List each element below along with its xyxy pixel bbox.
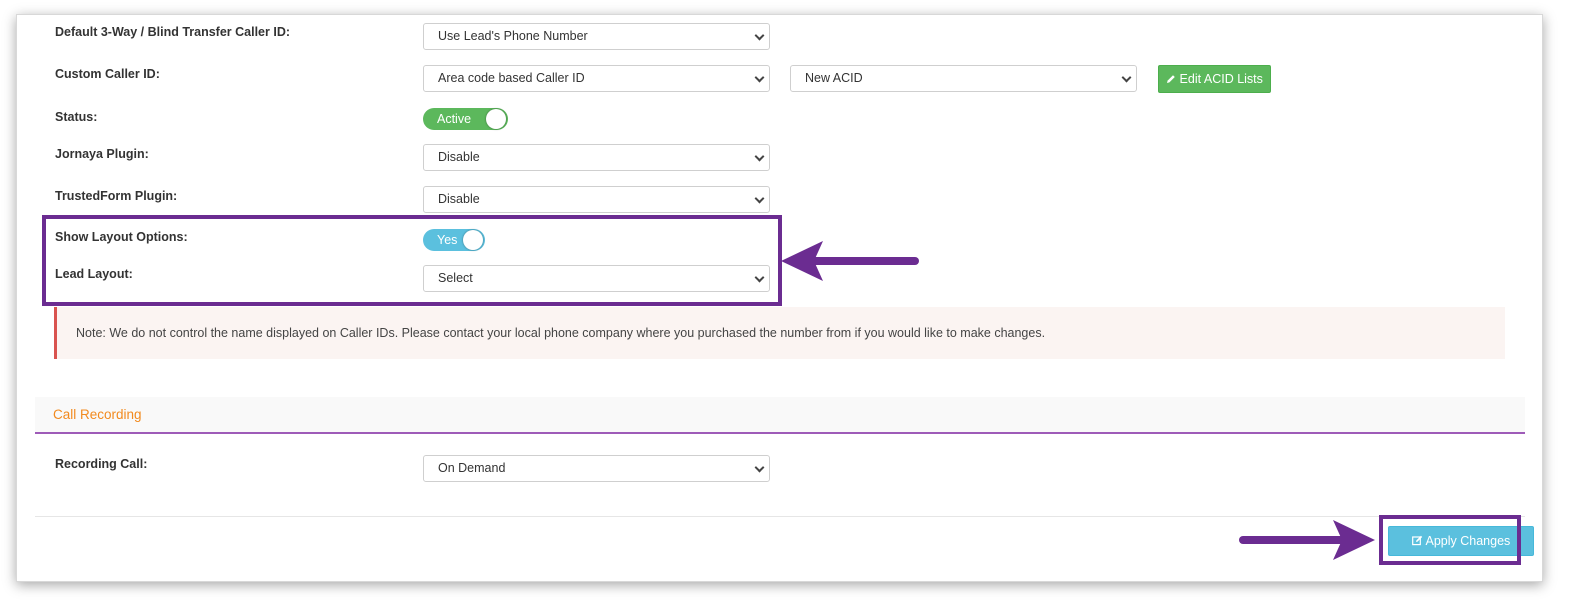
annotation-arrows: [781, 241, 1375, 560]
arrow-left-icon: [781, 241, 919, 281]
settings-panel: Default 3-Way / Blind Transfer Caller ID…: [16, 14, 1543, 582]
arrow-right-icon: [1239, 520, 1375, 560]
